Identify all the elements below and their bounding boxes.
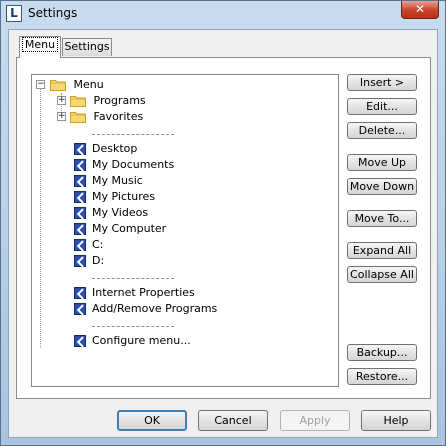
shortcut-icon (74, 207, 86, 219)
backup-button[interactable]: Backup... (347, 344, 417, 361)
menu-tree[interactable]: − Menu + Programs + Favorites Desktop My… (31, 74, 339, 387)
folder-icon (50, 80, 66, 91)
shortcut-icon (74, 175, 86, 187)
folder-icon (70, 96, 86, 107)
restore-button[interactable]: Restore... (347, 368, 417, 385)
edit-button[interactable]: Edit... (347, 98, 417, 115)
tree-item-label: C: (92, 238, 104, 251)
window-title: Settings (28, 6, 78, 20)
tree-item-my-videos[interactable]: My Videos (74, 205, 148, 221)
shortcut-icon (74, 159, 86, 171)
tree-item-label: My Videos (92, 206, 149, 219)
tree-connector-line (40, 89, 41, 348)
tree-separator (92, 326, 174, 327)
tree-item-label: Menu (73, 78, 104, 91)
tree-item-menu[interactable]: − Menu (36, 77, 104, 93)
settings-window: L Settings ✕ Menu Settings − Menu + Prog… (0, 0, 446, 446)
tree-item-drive-c[interactable]: C: (74, 237, 103, 253)
tree-item-label: Configure menu... (92, 334, 191, 347)
app-icon: L (6, 5, 22, 22)
shortcut-icon (74, 143, 86, 155)
tab-menu[interactable]: Menu (19, 36, 61, 58)
tree-item-my-computer[interactable]: My Computer (74, 221, 166, 237)
tab-menu-label: Menu (21, 37, 59, 52)
insert-button[interactable]: Insert > (347, 74, 417, 91)
tab-settings-label: Settings (64, 40, 110, 53)
expand-all-button[interactable]: Expand All (347, 242, 417, 259)
tree-item-add-remove-programs[interactable]: Add/Remove Programs (74, 301, 217, 317)
tree-item-configure-menu[interactable]: Configure menu... (74, 333, 191, 349)
apply-button[interactable]: Apply (280, 410, 350, 431)
title-bar[interactable]: L Settings ✕ (1, 1, 445, 27)
tree-item-label: My Computer (92, 222, 167, 235)
tree-item-internet-properties[interactable]: Internet Properties (74, 285, 195, 301)
collapse-icon[interactable]: − (36, 80, 45, 89)
tree-item-my-music[interactable]: My Music (74, 173, 143, 189)
tree-separator (92, 278, 174, 279)
folder-icon (70, 112, 86, 123)
move-up-button[interactable]: Move Up (347, 154, 417, 171)
move-down-button[interactable]: Move Down (347, 178, 417, 195)
tree-item-label: My Music (92, 174, 143, 187)
shortcut-icon (74, 335, 86, 347)
tree-item-favorites[interactable]: + Favorites (57, 109, 143, 125)
tree-item-label: My Pictures (92, 190, 156, 203)
help-button[interactable]: Help (361, 410, 431, 431)
shortcut-icon (74, 239, 86, 251)
tree-item-label: My Documents (92, 158, 175, 171)
tree-item-label: Programs (93, 94, 146, 107)
tree-item-label: Internet Properties (92, 286, 195, 299)
ok-button[interactable]: OK (117, 410, 187, 431)
tree-item-programs[interactable]: + Programs (57, 93, 146, 109)
delete-button[interactable]: Delete... (347, 122, 417, 139)
shortcut-icon (74, 223, 86, 235)
expand-icon[interactable]: + (57, 96, 66, 105)
tab-settings[interactable]: Settings (62, 38, 112, 56)
expand-icon[interactable]: + (57, 112, 66, 121)
cancel-button[interactable]: Cancel (198, 410, 268, 431)
collapse-all-button[interactable]: Collapse All (347, 266, 417, 283)
close-button[interactable]: ✕ (401, 1, 439, 19)
tree-item-desktop[interactable]: Desktop (74, 141, 137, 157)
menu-tab-panel: − Menu + Programs + Favorites Desktop My… (16, 57, 431, 399)
move-to-button[interactable]: Move To... (347, 210, 417, 227)
shortcut-icon (74, 255, 86, 267)
tree-item-label: Favorites (93, 110, 144, 123)
tree-item-label: Add/Remove Programs (92, 302, 218, 315)
tree-separator (92, 134, 174, 135)
dialog-client-area: Menu Settings − Menu + Programs + Favori… (8, 29, 438, 438)
tree-item-label: Desktop (92, 142, 138, 155)
tree-item-drive-d[interactable]: D: (74, 253, 104, 269)
tree-item-label: D: (92, 254, 105, 267)
tree-item-my-pictures[interactable]: My Pictures (74, 189, 155, 205)
tree-item-my-documents[interactable]: My Documents (74, 157, 174, 173)
shortcut-icon (74, 287, 86, 299)
shortcut-icon (74, 191, 86, 203)
shortcut-icon (74, 303, 86, 315)
